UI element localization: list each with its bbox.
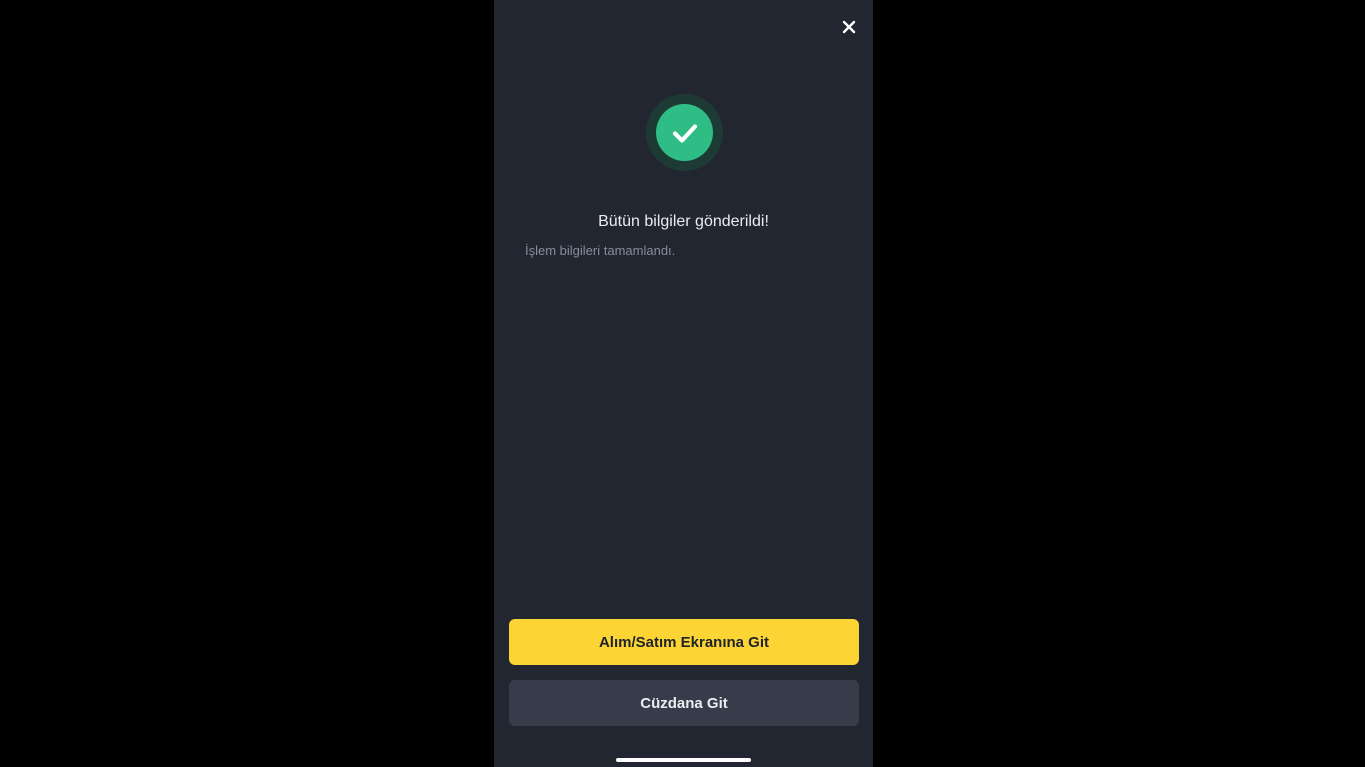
check-circle-icon xyxy=(656,104,713,161)
success-title: Bütün bilgiler gönderildi! xyxy=(598,213,769,230)
success-screen: Bütün bilgiler gönderildi! İşlem bilgile… xyxy=(494,0,873,767)
go-to-trade-button[interactable]: Alım/Satım Ekranına Git xyxy=(509,619,859,665)
check-icon xyxy=(672,123,697,143)
go-to-wallet-button[interactable]: Cüzdana Git xyxy=(509,680,859,726)
close-icon[interactable] xyxy=(842,20,856,34)
close-button[interactable] xyxy=(837,16,861,38)
success-badge xyxy=(646,94,723,171)
home-indicator[interactable] xyxy=(616,758,751,762)
success-subtitle: İşlem bilgileri tamamlandı. xyxy=(525,243,676,258)
